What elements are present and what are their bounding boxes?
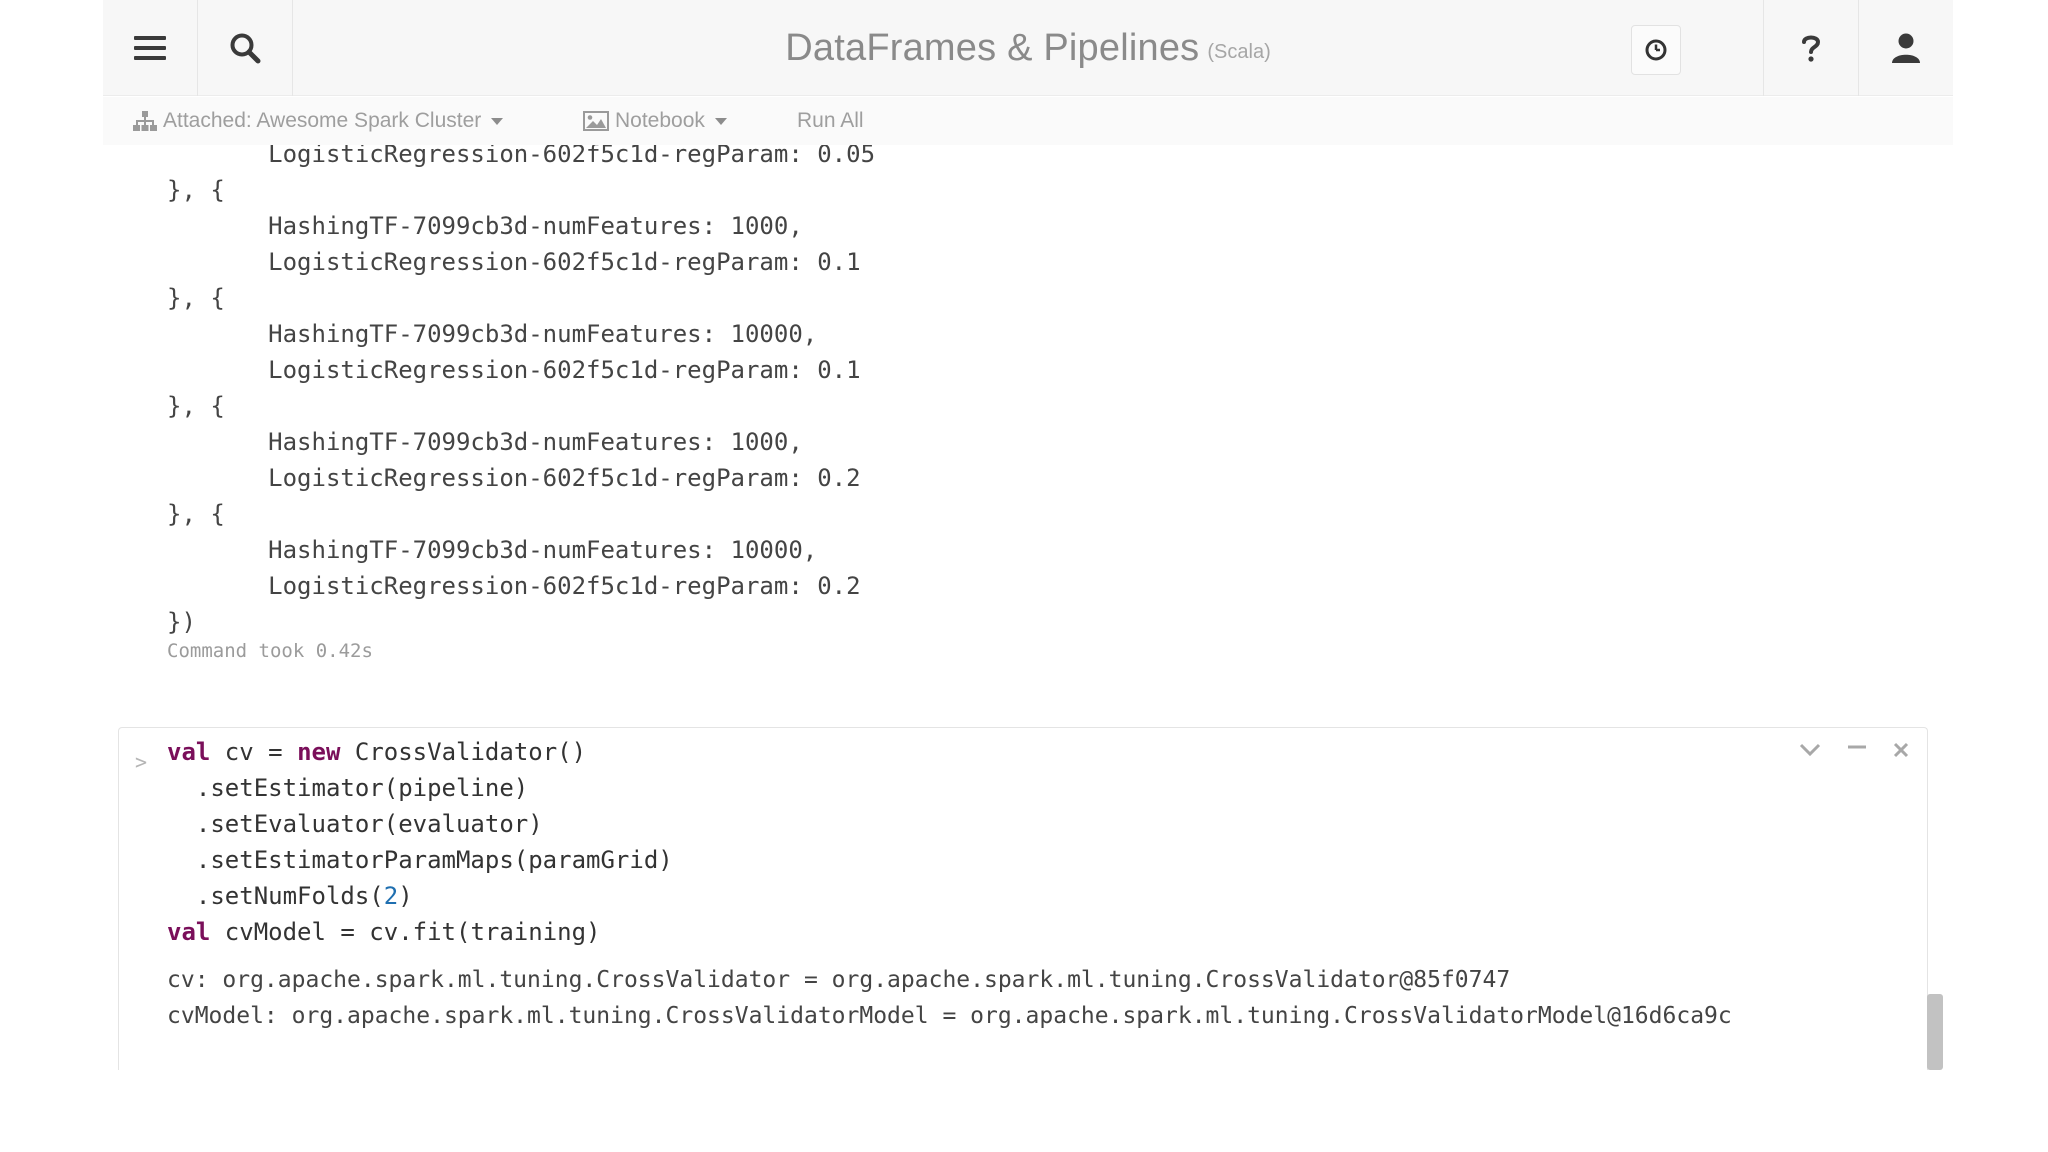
output-line: }, {: [167, 500, 225, 528]
run-all-label: Run All: [797, 109, 864, 132]
code-line[interactable]: .setNumFolds(2): [167, 878, 413, 914]
output-line: HashingTF-7099cb3d-numFeatures: 1000,: [167, 212, 803, 240]
chevron-down-icon: [491, 117, 504, 125]
cell-result-line: cvModel: org.apache.spark.ml.tuning.Cros…: [167, 1003, 1732, 1029]
menu-icon: [134, 36, 166, 60]
revision-history-button[interactable]: [1631, 25, 1681, 75]
help-button[interactable]: [1764, 0, 1858, 96]
output-line: LogisticRegression-602f5c1d-regParam: 0.…: [167, 464, 861, 492]
code-line[interactable]: val cvModel = cv.fit(training): [167, 914, 601, 950]
output-line: }, {: [167, 392, 225, 420]
output-line: }, {: [167, 176, 225, 204]
user-icon: [1892, 33, 1920, 63]
chevron-down-icon: [714, 117, 727, 125]
output-line: LogisticRegression-602f5c1d-regParam: 0.…: [167, 248, 861, 276]
code-line[interactable]: .setEstimatorParamMaps(paramGrid): [167, 842, 673, 878]
code-line[interactable]: .setEvaluator(evaluator): [167, 806, 543, 842]
help-icon: [1802, 35, 1821, 62]
top-bar: DataFrames & Pipelines (Scala): [103, 0, 1953, 96]
notebook-toolbar: Attached: Awesome Spark Cluster Notebook…: [103, 97, 1953, 145]
search-button[interactable]: [198, 0, 292, 96]
command-took: Command took 0.42s: [167, 640, 373, 662]
output-line: LogisticRegression-602f5c1d-regParam: 0.…: [167, 145, 876, 168]
output-line: LogisticRegression-602f5c1d-regParam: 0.…: [167, 572, 861, 600]
code-line[interactable]: val cv = new CrossValidator(): [167, 734, 586, 770]
account-button[interactable]: [1859, 0, 1953, 96]
output-line: }): [167, 608, 196, 636]
scrollbar-thumb[interactable]: [1927, 994, 1943, 1070]
output-line: HashingTF-7099cb3d-numFeatures: 10000,: [167, 536, 818, 564]
code-line[interactable]: .setEstimator(pipeline): [167, 770, 528, 806]
run-all-button[interactable]: Run All: [797, 97, 864, 145]
notebook-dropdown[interactable]: Notebook: [583, 97, 727, 145]
cluster-icon: [133, 111, 157, 131]
clock-icon: [1645, 39, 1667, 61]
output-line: HashingTF-7099cb3d-numFeatures: 1000,: [167, 428, 803, 456]
chevron-down-icon[interactable]: [1799, 743, 1821, 757]
close-icon[interactable]: [1893, 742, 1909, 758]
notebook-app: DataFrames & Pipelines (Scala) Attached:…: [103, 0, 1953, 1070]
minimize-icon[interactable]: [1847, 743, 1867, 757]
output-line: HashingTF-7099cb3d-numFeatures: 10000,: [167, 320, 818, 348]
cell-prompt: >: [135, 750, 148, 774]
divider: [292, 0, 293, 96]
code-cell[interactable]: > val cv = new CrossValidator() .setEsti…: [118, 727, 1928, 1070]
notebook-language: (Scala): [1207, 40, 1271, 63]
output-line: LogisticRegression-602f5c1d-regParam: 0.…: [167, 356, 861, 384]
notebook-title[interactable]: DataFrames & Pipelines: [785, 27, 1199, 70]
cell-result-line: cv: org.apache.spark.ml.tuning.CrossVali…: [167, 967, 1511, 993]
notebook-label: Notebook: [615, 109, 705, 132]
cell-actions: [1799, 742, 1909, 758]
menu-button[interactable]: [103, 0, 197, 96]
cluster-label: Attached: Awesome Spark Cluster: [163, 109, 482, 132]
output-line: }, {: [167, 284, 225, 312]
cluster-dropdown[interactable]: Attached: Awesome Spark Cluster: [133, 97, 504, 145]
image-icon: [583, 111, 609, 131]
search-icon: [230, 33, 261, 64]
notebook-content: LogisticRegression-602f5c1d-regParam: 0.…: [103, 145, 1953, 1070]
